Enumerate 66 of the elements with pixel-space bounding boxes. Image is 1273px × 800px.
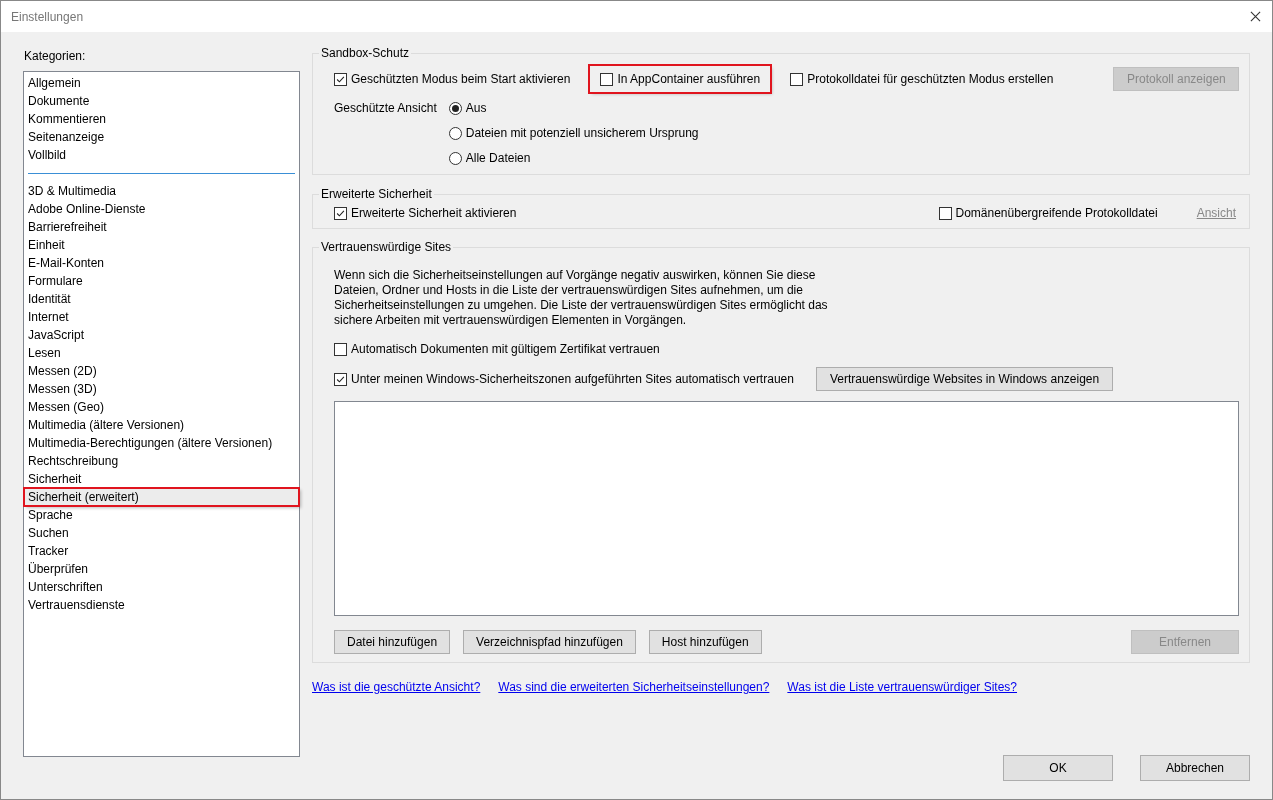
category-item[interactable]: 3D & Multimedia — [24, 182, 299, 200]
category-item[interactable]: Multimedia-Berechtigungen (ältere Versionen) — [24, 434, 299, 452]
category-item[interactable]: Sprache — [24, 506, 299, 524]
category-item[interactable]: Einheit — [24, 236, 299, 254]
category-item[interactable]: Tracker — [24, 542, 299, 560]
group-title: Vertrauenswürdige Sites — [320, 240, 453, 254]
radio-button[interactable] — [448, 151, 462, 165]
checkbox[interactable] — [334, 372, 347, 386]
close-icon[interactable] — [1250, 11, 1261, 22]
sidebar-label: Kategorien: — [23, 48, 86, 65]
category-item[interactable]: Vollbild — [24, 146, 299, 164]
category-item[interactable]: Unterschriften — [24, 578, 299, 596]
category-item[interactable]: Rechtschreibung — [24, 452, 299, 470]
help-link[interactable]: Was ist die geschützte Ansicht? — [312, 680, 481, 694]
category-item[interactable]: Identität — [24, 290, 299, 308]
checkbox-label: Geschützten Modus beim Start aktivieren — [351, 72, 571, 86]
radio-button[interactable] — [448, 101, 462, 115]
radio-label: Dateien mit potenziell unsicherem Ursprung — [465, 126, 699, 140]
category-item[interactable]: Multimedia (ältere Versionen) — [24, 416, 299, 434]
help-link[interactable]: Was sind die erweiterten Sicherheitseinstellungen? — [498, 680, 770, 694]
checkbox-label: Protokolldatei für geschützten Modus erstellen — [807, 72, 1054, 86]
category-item[interactable]: Messen (Geo) — [24, 398, 299, 416]
checkbox[interactable] — [334, 342, 347, 356]
checkbox[interactable] — [334, 206, 347, 220]
checkbox[interactable] — [938, 206, 952, 220]
group-title: Sandbox-Schutz — [320, 46, 411, 60]
category-item[interactable]: Vertrauensdienste — [24, 596, 299, 614]
add-button[interactable]: Host hinzufügen — [648, 630, 762, 654]
checkbox-label: Erweiterte Sicherheit aktivieren — [351, 206, 517, 220]
add-button[interactable]: Verzeichnispfad hinzufügen — [463, 630, 636, 654]
window-title: Einstellungen — [11, 9, 84, 24]
checkbox[interactable] — [600, 72, 614, 86]
cancel-button[interactable]: Abbrechen — [1140, 755, 1250, 781]
category-item[interactable]: Überprüfen — [24, 560, 299, 578]
checkbox-label: Unter meinen Windows-Sicherheitszonen aufgeführten Sites automatisch vertrauen — [351, 372, 794, 386]
radio-button[interactable] — [448, 126, 462, 140]
radio-label: Alle Dateien — [465, 151, 531, 165]
group-title: Erweiterte Sicherheit — [320, 187, 433, 201]
checkbox-label: Domänenübergreifende Protokolldatei — [955, 206, 1158, 220]
category-item[interactable]: E-Mail-Konten — [24, 254, 299, 272]
category-item[interactable]: Adobe Online-Dienste — [24, 200, 299, 218]
category-item[interactable]: Barrierefreiheit — [24, 218, 299, 236]
field-label: Geschützte Ansicht — [334, 100, 437, 116]
add-button[interactable]: Datei hinzufügen — [334, 630, 451, 654]
checkbox-label: Automatisch Dokumenten mit gültigem Zertifikat vertrauen — [351, 342, 660, 356]
ok-button[interactable]: OK — [1003, 755, 1113, 781]
checkbox-label: In AppContainer ausführen — [617, 72, 761, 86]
category-item[interactable]: Lesen — [24, 344, 299, 362]
category-item[interactable]: Formulare — [24, 272, 299, 290]
category-item[interactable]: Suchen — [24, 524, 299, 542]
category-item[interactable]: Dokumente — [24, 92, 299, 110]
category-item[interactable]: Kommentieren — [24, 110, 299, 128]
category-item[interactable]: Allgemein — [24, 74, 299, 92]
category-item[interactable]: Internet — [24, 308, 299, 326]
category-item[interactable]: Sicherheit — [24, 470, 299, 488]
category-item[interactable]: Sicherheit (erweitert) — [24, 488, 299, 506]
category-item[interactable]: Messen (3D) — [24, 380, 299, 398]
category-item[interactable]: Seitenanzeige — [24, 128, 299, 146]
description-text: Wenn sich die Sicherheitseinstellungen auf Vorgänge negativ auswirken, können Sie diese Dateien, Ordner und Hosts in die Liste der vertrauenswürdigen Sites aufnehmen, um die Sicherheitseinstellungen zu umgehen. Die Liste der vertrauenswürdigen Sites ermöglicht das sichere Arbeiten mit vertrauenswürdigen Elementen in Vorgängen. — [334, 268, 829, 328]
category-item[interactable]: JavaScript — [24, 326, 299, 344]
help-link[interactable]: Was ist die Liste vertrauenswürdiger Sites? — [787, 680, 1017, 694]
checkbox[interactable] — [334, 72, 347, 86]
show-windows-sites-button[interactable]: Vertrauenswürdige Websites in Windows anzeigen — [815, 367, 1114, 391]
radio-label: Aus — [465, 101, 487, 115]
checkbox[interactable] — [790, 72, 804, 86]
category-item[interactable]: Messen (2D) — [24, 362, 299, 380]
